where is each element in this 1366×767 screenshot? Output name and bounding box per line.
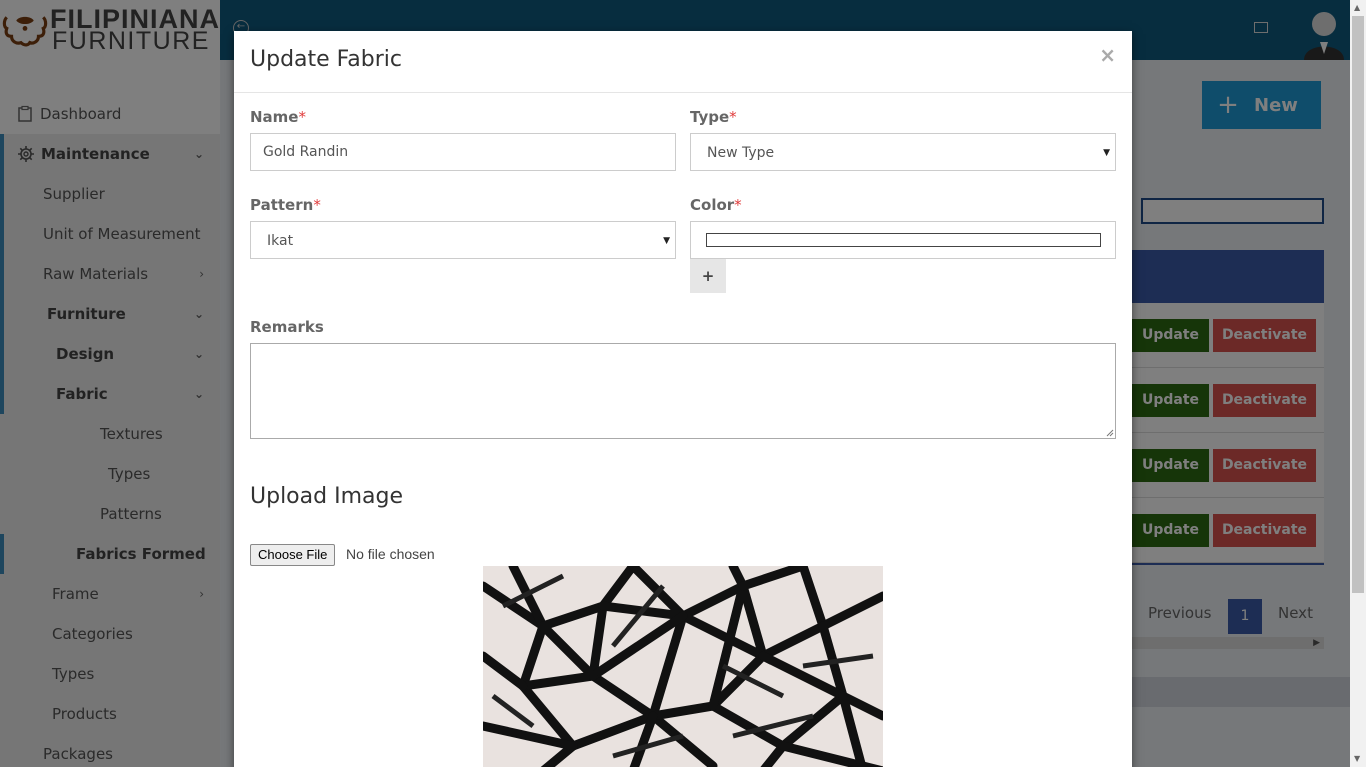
name-label: Name* — [250, 108, 306, 126]
resize-handle-icon[interactable] — [1106, 429, 1114, 437]
required-marker: * — [734, 196, 742, 214]
required-marker: * — [729, 108, 737, 126]
required-marker: * — [313, 196, 321, 214]
type-select-value: New Type — [707, 145, 775, 161]
caret-down-icon: ▼ — [663, 236, 670, 246]
required-marker: * — [298, 108, 306, 126]
remarks-textarea[interactable] — [250, 343, 1116, 439]
modal-title: Update Fabric — [250, 47, 403, 72]
type-select[interactable]: New Type ▼ — [690, 133, 1116, 171]
choose-file-button[interactable]: Choose File — [250, 544, 336, 566]
name-input[interactable]: Gold Randin — [250, 133, 676, 171]
scroll-up-icon[interactable]: ▲ — [1354, 3, 1360, 12]
update-fabric-modal: Update Fabric × Name* Gold Randin Type* … — [234, 31, 1132, 767]
scroll-down-icon[interactable]: ▼ — [1354, 754, 1360, 763]
pattern-label: Pattern* — [250, 196, 321, 214]
pattern-label-text: Pattern — [250, 196, 314, 214]
add-color-button[interactable]: + — [690, 259, 726, 293]
modal-header: Update Fabric × — [234, 31, 1132, 93]
close-icon[interactable]: × — [1099, 43, 1116, 67]
file-status-text: No file chosen — [346, 546, 435, 562]
page-vertical-scrollbar[interactable]: ▲ ▼ — [1350, 0, 1366, 767]
caret-down-icon: ▼ — [1103, 148, 1110, 158]
fabric-preview-image — [483, 566, 883, 767]
upload-image-title: Upload Image — [250, 484, 403, 509]
type-label: Type* — [690, 108, 737, 126]
remarks-label: Remarks — [250, 318, 324, 336]
color-label-text: Color — [690, 196, 735, 214]
type-label-text: Type — [690, 108, 730, 126]
pattern-select[interactable]: Ikat ▼ — [250, 221, 676, 259]
pattern-select-value: Ikat — [267, 233, 294, 249]
color-label: Color* — [690, 196, 742, 214]
color-picker-field[interactable] — [690, 221, 1116, 259]
color-swatch[interactable] — [706, 233, 1101, 247]
scrollbar-thumb[interactable] — [1352, 16, 1364, 593]
name-label-text: Name — [250, 108, 299, 126]
